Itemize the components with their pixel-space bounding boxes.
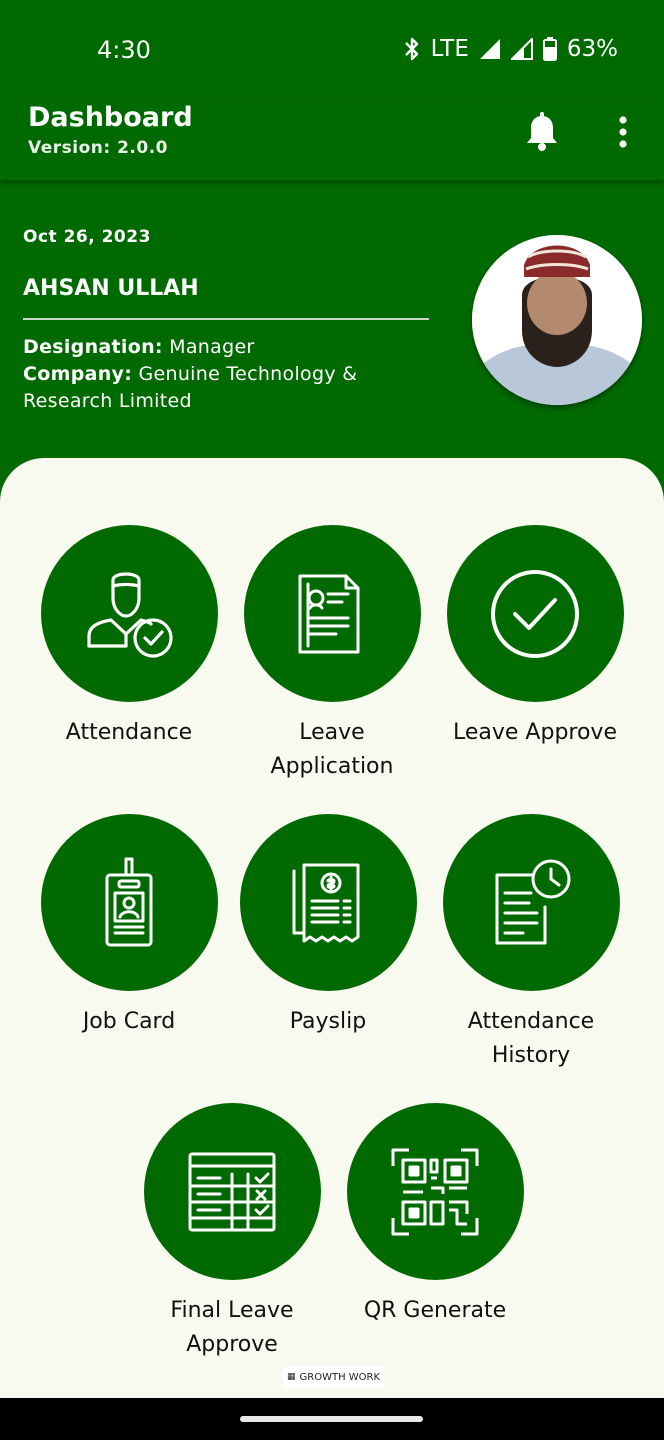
- profile-card: Oct 26, 2023 AHSAN ULLAH Designation: Ma…: [0, 180, 664, 470]
- home-gesture-handle[interactable]: [240, 1416, 423, 1422]
- qr-generate-label: QR Generate: [363, 1298, 507, 1323]
- designation-value: Manager: [169, 336, 255, 358]
- id-card-icon: [105, 857, 153, 946]
- receipt-icon: [292, 863, 360, 942]
- payslip-label: Payslip: [289, 1009, 367, 1034]
- menu-leave-approve[interactable]: Leave Approve: [435, 525, 635, 750]
- qr-code-icon: [391, 1148, 479, 1235]
- battery-percent: 63%: [566, 36, 618, 62]
- attendance-history-button[interactable]: [442, 814, 620, 991]
- menu-leave-application[interactable]: Leave Application: [232, 525, 432, 784]
- designation-label: Designation:: [23, 336, 163, 358]
- employee-info: Designation: Manager Company: Genuine Te…: [23, 334, 383, 415]
- menu-panel: Attendance Leave Application Leave Appro…: [0, 458, 664, 1398]
- avatar: [472, 235, 642, 405]
- status-time: 4:30: [97, 36, 151, 64]
- company-label: Company:: [23, 363, 133, 385]
- leave-application-label: Leave Application: [270, 720, 394, 779]
- divider: [23, 318, 429, 320]
- notification-bell-icon[interactable]: [524, 112, 560, 152]
- payslip-button[interactable]: [239, 814, 417, 991]
- badge-text: GROWTH WORK: [299, 1371, 381, 1383]
- app-version: Version: 2.0.0: [28, 138, 168, 158]
- more-options-icon[interactable]: [608, 114, 638, 150]
- menu-qr-generate[interactable]: QR Generate: [335, 1103, 535, 1328]
- status-icons: LTE 63%: [403, 36, 618, 62]
- signal-icon-2: [510, 38, 533, 60]
- growth-work-badge: ▦ GROWTH WORK: [283, 1366, 385, 1388]
- status-bar: 4:30 LTE 63%: [0, 0, 664, 100]
- job-card-button[interactable]: [40, 814, 218, 991]
- avatar-photo: [472, 235, 642, 405]
- history-clock-icon: [495, 859, 571, 944]
- document-icon: [298, 574, 360, 653]
- network-type: LTE: [430, 36, 469, 62]
- check-circle-icon: [491, 569, 579, 658]
- menu-attendance[interactable]: Attendance: [29, 525, 229, 750]
- final-leave-approve-button[interactable]: [143, 1103, 321, 1280]
- current-date: Oct 26, 2023: [23, 227, 151, 247]
- employee-check-icon: [87, 571, 173, 658]
- attendance-history-label: Attendance History: [467, 1009, 595, 1068]
- signal-icon: [479, 39, 500, 59]
- attendance-label: Attendance: [65, 720, 193, 745]
- system-nav-bar: [0, 1398, 664, 1440]
- leave-approve-label: Leave Approve: [453, 720, 617, 745]
- app-bar: Dashboard Version: 2.0.0: [0, 100, 664, 180]
- menu-payslip[interactable]: Payslip: [228, 814, 428, 1039]
- attendance-button[interactable]: [40, 525, 218, 702]
- grid-icon: ▦: [287, 1372, 296, 1382]
- employee-name: AHSAN ULLAH: [23, 276, 199, 301]
- job-card-label: Job Card: [82, 1009, 176, 1034]
- menu-final-leave-approve[interactable]: Final Leave Approve: [132, 1103, 332, 1362]
- leave-approve-button[interactable]: [446, 525, 624, 702]
- qr-generate-button[interactable]: [346, 1103, 524, 1280]
- battery-icon: [542, 37, 557, 61]
- leave-application-button[interactable]: [243, 525, 421, 702]
- table-check-icon: [188, 1152, 276, 1231]
- bluetooth-icon: [404, 37, 418, 61]
- menu-job-card[interactable]: Job Card: [29, 814, 229, 1039]
- menu-attendance-history[interactable]: Attendance History: [431, 814, 631, 1073]
- page-title: Dashboard: [28, 102, 193, 133]
- final-leave-approve-label: Final Leave Approve: [170, 1298, 294, 1357]
